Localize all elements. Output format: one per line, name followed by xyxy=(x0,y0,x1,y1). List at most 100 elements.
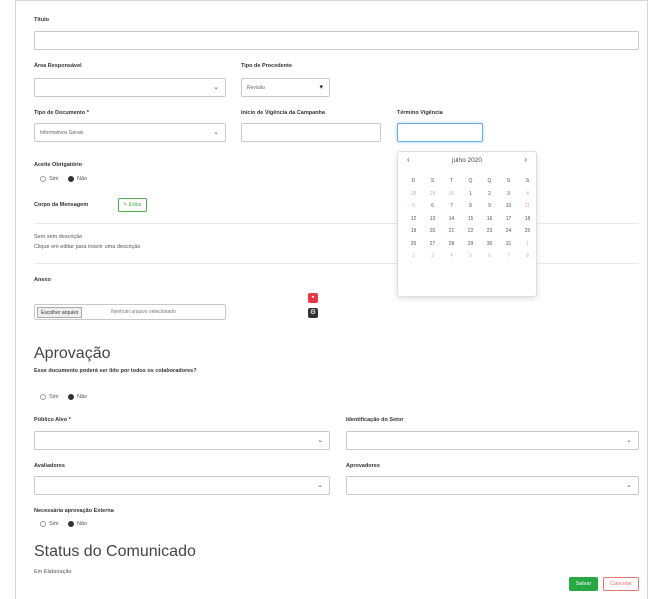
calendar-day[interactable]: 8 xyxy=(461,200,480,213)
calendar-week-row: 28 29 30 1 2 3 4 xyxy=(404,188,537,201)
inicio-vigencia-input[interactable] xyxy=(241,123,381,142)
calendar-day[interactable]: 3 xyxy=(499,188,518,201)
calendar-day[interactable]: 7 xyxy=(499,250,518,263)
calendar-day[interactable]: 24 xyxy=(499,225,518,238)
calendar-day[interactable]: 27 xyxy=(423,238,442,251)
calendar-day[interactable]: 4 xyxy=(518,188,537,201)
save-button[interactable]: Salvar xyxy=(569,577,598,591)
calendar-day[interactable]: 30 xyxy=(442,188,461,201)
calendar-day[interactable]: 16 xyxy=(480,213,499,226)
publico-label: Público Alvo * xyxy=(34,417,71,423)
calendar-day[interactable]: 23 xyxy=(480,225,499,238)
aceite-sim-label: Sim xyxy=(49,176,59,182)
calendar-day[interactable]: 14 xyxy=(442,213,461,226)
calendar-day[interactable]: 2 xyxy=(480,188,499,201)
titulo-input[interactable] xyxy=(34,31,639,50)
weekday-label: S xyxy=(430,178,435,184)
tipo-documento-value: Informativos Gerais xyxy=(40,130,84,136)
calendar-day[interactable]: 30 xyxy=(480,238,499,251)
chevron-down-icon: ⌄ xyxy=(213,84,219,91)
chevron-down-icon: ⌄ xyxy=(626,482,632,489)
calendar-day[interactable]: 6 xyxy=(480,250,499,263)
weekday-label: S xyxy=(506,178,511,184)
calendar-day[interactable]: 11 xyxy=(518,200,537,213)
calendar-day[interactable]: 15 xyxy=(461,213,480,226)
aceite-sim-radio[interactable] xyxy=(40,176,46,182)
calendar-day[interactable]: 5 xyxy=(461,250,480,263)
aceite-label: Aceite Obrigatório xyxy=(34,162,82,168)
weekday-label: Q xyxy=(468,178,473,184)
calendar-day[interactable]: 6 xyxy=(423,200,442,213)
aceite-nao-radio[interactable] xyxy=(68,176,75,182)
delete-button[interactable]: ▪ xyxy=(308,293,318,303)
calendar-week-row: 2345678 xyxy=(404,250,537,263)
calendar-day[interactable]: 28 xyxy=(404,188,423,201)
calendar-day[interactable]: 26 xyxy=(404,238,423,251)
calendar-day[interactable]: 31 xyxy=(499,238,518,251)
calendar-day[interactable]: 25 xyxy=(518,225,537,238)
aceite-radio-group: Sim Não xyxy=(38,176,93,182)
calendar-day[interactable]: 18 xyxy=(518,213,537,226)
calendar-day[interactable]: 12 xyxy=(404,213,423,226)
weekday-label: Q xyxy=(487,178,492,184)
next-month-icon[interactable]: › xyxy=(524,155,527,164)
calendar-day[interactable]: 9 xyxy=(480,200,499,213)
area-label: Área Responsável xyxy=(34,63,82,69)
calendar-day[interactable]: 8 xyxy=(518,250,537,263)
calendar-day[interactable]: 7 xyxy=(442,200,461,213)
externa-radio-group: Sim Não xyxy=(38,521,93,527)
validado-radio-group: Sim Não xyxy=(38,394,93,400)
avaliadores-select[interactable]: ⌄ xyxy=(34,476,330,495)
aprovadores-select[interactable]: ⌄ xyxy=(346,476,639,495)
externa-nao-radio[interactable] xyxy=(68,521,75,527)
datepicker-header: ‹ julho 2020 › xyxy=(398,155,536,167)
calendar-day[interactable]: 28 xyxy=(442,238,461,251)
calendar-day[interactable]: 19 xyxy=(404,225,423,238)
calendar-day[interactable]: 1 xyxy=(518,238,537,251)
datepicker-title: julho 2020 xyxy=(452,157,482,164)
calendar-day[interactable]: 17 xyxy=(499,213,518,226)
calendar-day[interactable]: 10 xyxy=(499,200,518,213)
settings-button[interactable]: ⚙ xyxy=(308,308,318,318)
calendar-week-row: 5 6 7 8 9 10 11 xyxy=(404,200,537,213)
editar-button[interactable]: ✎ Editar xyxy=(118,198,147,212)
validado-question: Esse documento poderá ser lido por todos… xyxy=(34,368,197,374)
chevron-down-icon: ⌄ xyxy=(213,129,219,136)
calendar-day[interactable]: 21 xyxy=(442,225,461,238)
sem-descricao-text: Sem sem descrição xyxy=(34,234,83,240)
tipo-procedente-value: Revisão xyxy=(247,85,266,91)
calendar-day[interactable]: 2 xyxy=(404,250,423,263)
externa-nao-label: Não xyxy=(77,521,88,527)
calendar-day[interactable]: 3 xyxy=(423,250,442,263)
calendar-day[interactable]: 29 xyxy=(423,188,442,201)
datepicker-grid: D S T Q Q S S 28 29 30 1 2 3 4 5 6 7 8 9 10 11 12 13 14 15 16 17 18… xyxy=(404,175,537,263)
tipo-documento-select[interactable]: Informativos Gerais ⌄ xyxy=(34,123,226,142)
calendar-day[interactable]: 22 xyxy=(461,225,480,238)
termino-vigencia-input[interactable] xyxy=(397,123,483,142)
calendar-week-row: 26 27 28 29 30 31 1 xyxy=(404,238,537,251)
identificacao-select[interactable]: ⌄ xyxy=(346,431,639,450)
cancel-button[interactable]: Cancelar xyxy=(603,577,639,591)
calendar-day[interactable]: 5 xyxy=(404,200,423,213)
area-select[interactable]: ⌄ xyxy=(34,78,226,97)
editar-label: Editar xyxy=(128,202,142,208)
publico-select[interactable]: ⌄ xyxy=(34,431,330,450)
escolher-arquivo-button[interactable]: Escolher arquivo xyxy=(37,307,83,318)
externa-sim-radio[interactable] xyxy=(40,521,46,527)
calendar-week-row: 12 13 14 15 16 17 18 xyxy=(404,213,537,226)
gear-icon: ⚙ xyxy=(309,309,317,316)
calendar-day[interactable]: 4 xyxy=(442,250,461,263)
avaliadores-label: Avaliadores xyxy=(34,463,65,469)
calendar-day[interactable]: 13 xyxy=(423,213,442,226)
validado-nao-radio[interactable] xyxy=(68,394,75,400)
calendar-day[interactable]: 20 xyxy=(423,225,442,238)
status-heading: Status do Comunicado xyxy=(34,543,196,560)
nenhum-arquivo-text: Nenhum arquivo selecionado xyxy=(111,309,176,315)
corpo-label: Corpo da Mensagem xyxy=(34,202,89,208)
calendar-day[interactable]: 29 xyxy=(461,238,480,251)
tipo-procedente-select[interactable]: Revisão ▾ xyxy=(241,78,330,97)
validado-sim-radio[interactable] xyxy=(40,394,46,400)
titulo-label: Título xyxy=(34,17,49,23)
calendar-day[interactable]: 1 xyxy=(461,188,480,201)
file-input[interactable]: Escolher arquivo Nenhum arquivo selecion… xyxy=(34,304,226,320)
